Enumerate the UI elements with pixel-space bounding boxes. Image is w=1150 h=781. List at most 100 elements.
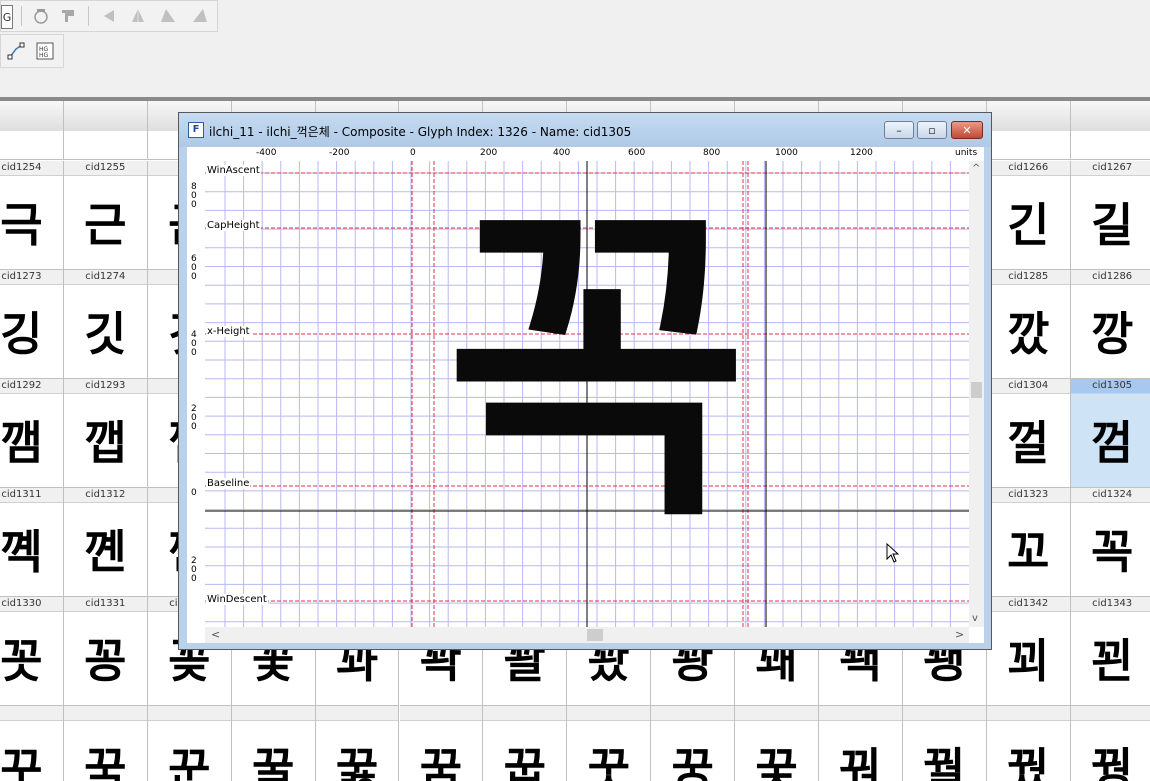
scroll-left-arrow[interactable]: < (211, 628, 220, 641)
glyph-cell[interactable]: cid1292 깸 (0, 379, 64, 488)
glyph-cell-label (147, 706, 231, 721)
glyph-cell[interactable]: 꿔 (819, 706, 903, 781)
glyph-cell[interactable]: 꿩 (1070, 706, 1150, 781)
glyph-cell-preview: 꿍 (671, 743, 714, 781)
triangle-left-icon[interactable] (157, 5, 179, 27)
secondary-toolbar: HG HG (0, 34, 64, 68)
glyph-cell-label (399, 706, 483, 721)
glyph-cell-label (567, 706, 651, 721)
glyph-canvas[interactable]: WinAscent CapHeight x-Height Baseline Wi… (205, 161, 969, 627)
glyph-cell-label: cid1266 (986, 161, 1070, 176)
glyph-cell[interactable]: 꿜 (902, 706, 987, 781)
metric-label-xheight: x-Height (206, 326, 251, 337)
horizontal-scroll-thumb[interactable] (587, 629, 603, 641)
glyph-cell[interactable]: cid1312 꼔 (63, 488, 148, 597)
vertical-scrollbar[interactable]: ^ v (969, 161, 984, 627)
glyph-outline[interactable]: 꼭 (445, 181, 745, 561)
glyph-cell[interactable]: cid1331 꽁 (63, 597, 148, 706)
glyph-cell[interactable]: cid1324 꼭 (1070, 488, 1150, 597)
glyph-cell-label: cid1305 (1070, 379, 1150, 394)
glyph-editor-window[interactable]: F ilchi_11 - ilchi_꺽은체 - Composite - Gly… (178, 112, 992, 650)
node-tool-icon[interactable] (5, 40, 27, 62)
glyph-cell[interactable]: cid1236 (63, 101, 148, 160)
glyph-cell-label: cid1330 (0, 597, 63, 612)
glyph-cell[interactable]: 꿉 (483, 706, 568, 781)
ruler-label: 600 (628, 148, 646, 158)
triangle-right-icon[interactable] (189, 5, 211, 27)
glyph-cell[interactable]: cid1248 (1070, 101, 1150, 160)
scroll-down-arrow[interactable]: v (972, 613, 978, 624)
glyph-cell-preview: 꿎 (755, 743, 798, 781)
glyph-cell-preview: 깡 (1090, 307, 1134, 361)
glyph-cell-preview: 꼭 (1090, 525, 1134, 579)
glyph-cell[interactable]: 꾼 (147, 706, 232, 781)
horizontal-scrollbar[interactable]: < > (205, 627, 969, 643)
glyph-cell[interactable]: cid1255 근 (63, 161, 148, 270)
glyph-cell[interactable]: 꿈 (399, 706, 484, 781)
glyph-cell[interactable]: cid1293 깹 (63, 379, 148, 488)
arrow-left-icon[interactable] (98, 5, 120, 27)
ruler-units-label: units (955, 148, 978, 158)
glyph-cell[interactable]: cid1285 깠 (986, 270, 1071, 379)
glyph-cell[interactable]: 꿀 (231, 706, 316, 781)
grid-tool-icon[interactable]: HG HG (34, 40, 56, 62)
glyph-cell[interactable]: cid1247 (986, 101, 1071, 160)
g-icon[interactable]: G (1, 5, 13, 29)
glyph-cell[interactable]: cid1235 (0, 101, 64, 160)
glyph-cell-label: cid1342 (986, 597, 1070, 612)
glyph-cell[interactable]: cid1304 껄 (986, 379, 1071, 488)
glyph-cell-preview: 근 (84, 198, 127, 252)
glyph-cell-preview: 꼔 (84, 525, 127, 579)
glyph-cell-preview: 꼬 (1007, 525, 1050, 579)
triangle-icon[interactable] (127, 5, 149, 27)
glyph-cell[interactable]: cid1274 깃 (63, 270, 148, 379)
glyph-cell-preview: 꾄 (1090, 634, 1134, 688)
minimize-button[interactable]: – (884, 121, 914, 139)
ruler-label: 1000 (775, 148, 798, 158)
ruler-label: 0 (410, 148, 416, 158)
maximize-button[interactable]: ▫ (917, 121, 947, 139)
glyph-cell[interactable]: 꿋 (567, 706, 652, 781)
glyph-cell-label: cid1292 (0, 379, 63, 394)
ruler-label: 2 0 0 (191, 556, 197, 584)
glyph-cell[interactable]: cid1266 긴 (986, 161, 1071, 270)
glyph-cell[interactable]: cid1273 깅 (0, 270, 64, 379)
glyph-tool-icon[interactable] (57, 5, 79, 27)
glyph-cell-label (819, 706, 902, 721)
glyph-cell[interactable]: 꿇 (315, 706, 400, 781)
glyph-stamp-icon[interactable] (30, 5, 52, 27)
glyph-cell[interactable]: 꿎 (735, 706, 819, 781)
glyph-cell-preview: 꿜 (923, 743, 966, 781)
vertical-scroll-thumb[interactable] (971, 382, 982, 398)
ruler-label: 200 (480, 148, 498, 158)
glyph-cell-preview: 꿉 (503, 743, 546, 781)
glyph-cell[interactable]: cid1305 껌 (1070, 379, 1150, 488)
window-titlebar[interactable]: F ilchi_11 - ilchi_꺽은체 - Composite - Gly… (179, 113, 991, 147)
close-button[interactable]: ✕ (951, 121, 983, 139)
glyph-cell-preview (987, 101, 1070, 159)
mouse-cursor-icon (886, 542, 900, 567)
glyph-cell[interactable]: 꿨 (986, 706, 1071, 781)
glyph-cell[interactable]: cid1254 극 (0, 161, 64, 270)
scroll-right-arrow[interactable]: > (955, 628, 964, 641)
ruler-label: 8 0 0 (191, 182, 197, 210)
glyph-cell[interactable]: cid1343 꾄 (1070, 597, 1150, 706)
toolbar-area: G HG HG (0, 0, 1150, 97)
glyph-cell-preview: 긴 (1007, 198, 1050, 252)
glyph-cell[interactable]: cid1342 꾀 (986, 597, 1071, 706)
scroll-up-arrow[interactable]: ^ (972, 163, 980, 174)
ruler-label: -400 (256, 148, 277, 158)
glyph-cell[interactable]: cid1330 꼿 (0, 597, 64, 706)
glyph-cell-preview: 꿈 (419, 743, 463, 781)
glyph-editor-client: -400 -200 0 200 400 600 800 1000 1200 un… (187, 147, 984, 643)
glyph-cell-label (735, 706, 818, 721)
glyph-cell-preview: 깠 (1007, 307, 1050, 361)
glyph-cell-label: cid1323 (986, 488, 1070, 503)
glyph-cell[interactable]: cid1323 꼬 (986, 488, 1071, 597)
glyph-cell[interactable]: 꿍 (651, 706, 736, 781)
glyph-cell[interactable]: cid1311 꼑 (0, 488, 64, 597)
glyph-cell[interactable]: cid1286 깡 (1070, 270, 1150, 379)
glyph-cell[interactable]: 꾸 (0, 706, 64, 781)
glyph-cell[interactable]: 꾹 (63, 706, 148, 781)
glyph-cell[interactable]: cid1267 길 (1070, 161, 1150, 270)
